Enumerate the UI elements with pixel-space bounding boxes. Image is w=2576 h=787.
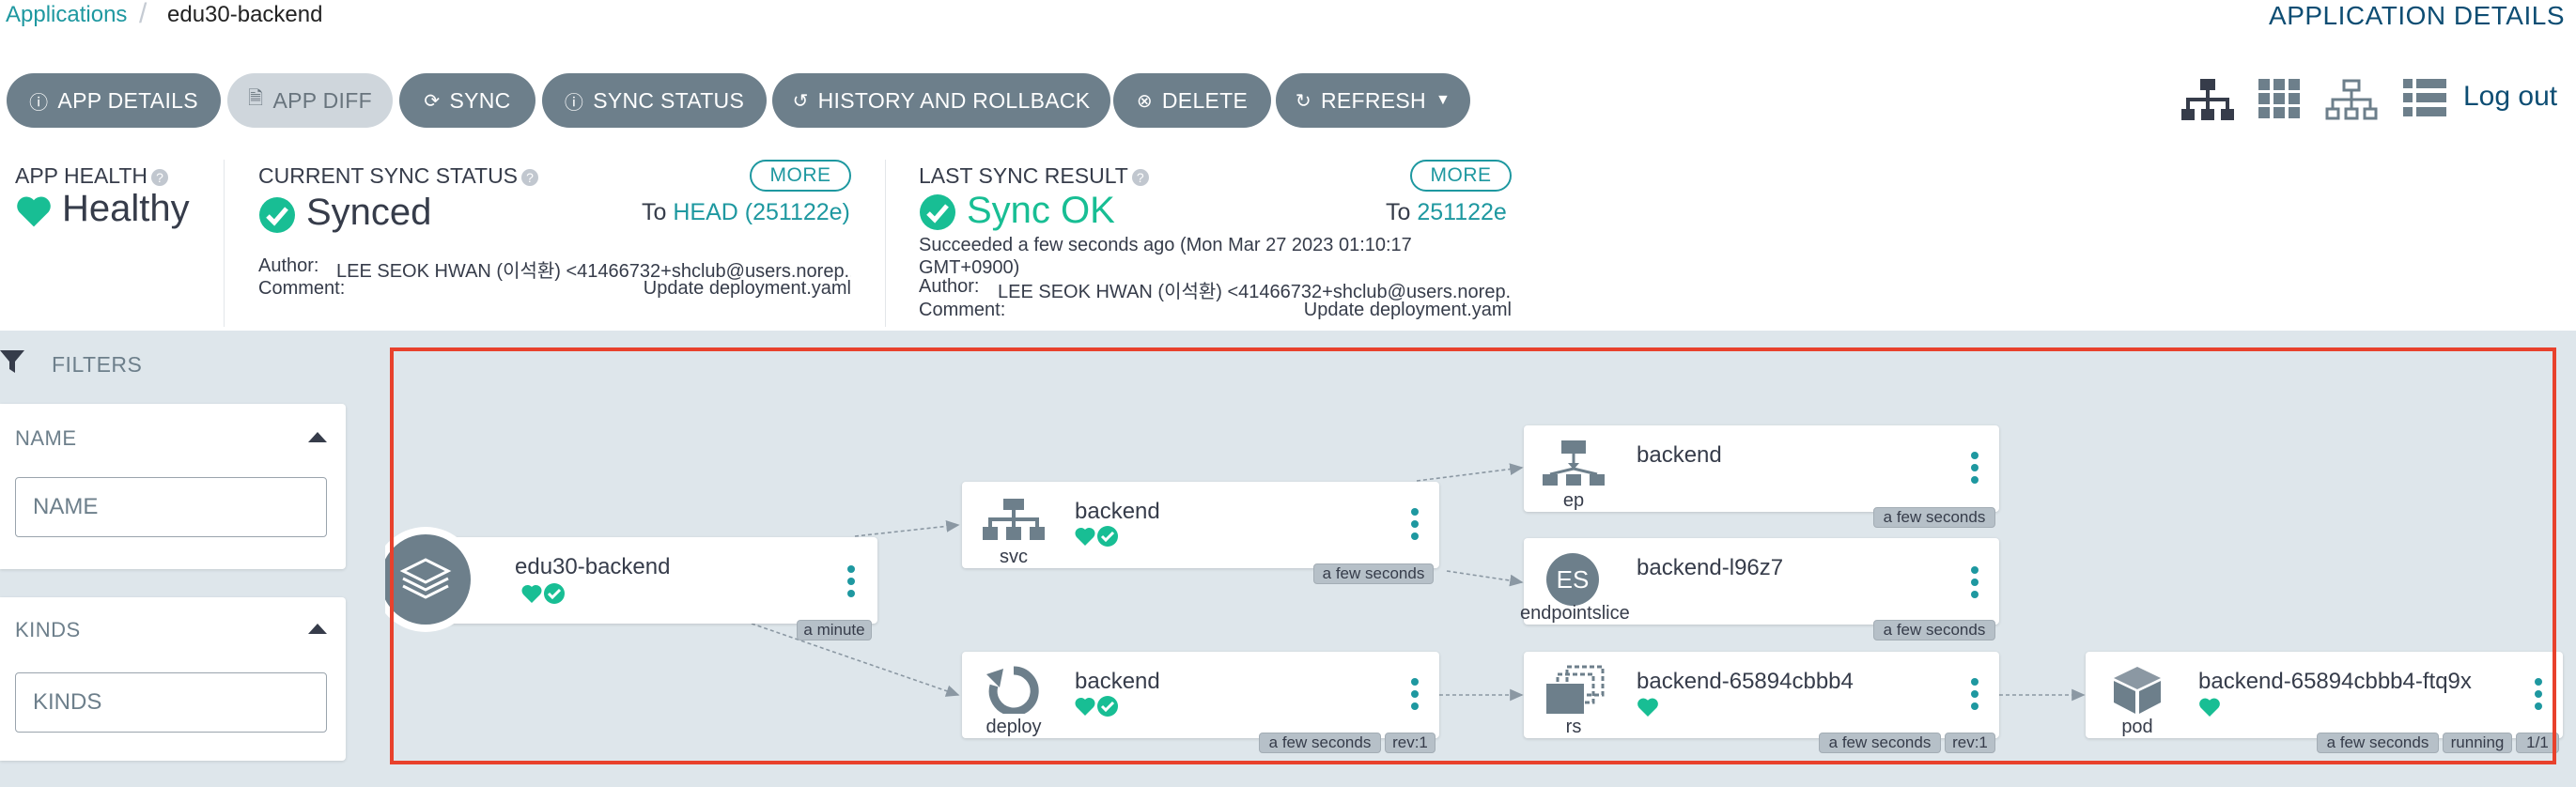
sync-button[interactable]: ⟳ SYNC [399, 73, 535, 128]
last-sync-author-label: Author: [919, 276, 980, 297]
name-filter-input[interactable] [15, 477, 327, 537]
check-circle-icon [920, 194, 955, 230]
breadcrumb-separator: / [139, 0, 147, 29]
logout-link[interactable]: Log out [2463, 81, 2557, 113]
breadcrumb-current: edu30-backend [167, 2, 323, 27]
name-filter-title: NAME [15, 426, 77, 450]
caret-up-icon[interactable] [308, 624, 327, 634]
history-icon: ↺ [792, 90, 809, 112]
last-sync-more-button[interactable]: MORE [1410, 160, 1512, 192]
caret-down-icon: ▼ [1435, 92, 1451, 108]
breadcrumb-applications-link[interactable]: Applications [6, 2, 127, 28]
refresh-button[interactable]: ↻ REFRESH ▼ [1276, 73, 1470, 128]
divider [885, 160, 886, 327]
help-icon[interactable]: ? [1131, 168, 1149, 186]
app-details-button[interactable]: ⓘ APP DETAILS [7, 73, 221, 128]
sync-status-button[interactable]: ⓘ SYNC STATUS [542, 73, 767, 128]
current-sync-revision-link[interactable]: HEAD (251122e) [673, 199, 850, 225]
last-sync-revision-link[interactable]: 251122e [1417, 199, 1506, 225]
times-circle-icon: ⊗ [1136, 90, 1153, 112]
check-circle-icon [259, 197, 295, 233]
list-view-icon[interactable] [2403, 79, 2446, 118]
help-icon[interactable]: ? [151, 168, 169, 186]
current-sync-value: Synced [306, 192, 432, 233]
network-view-icon[interactable] [2325, 79, 2378, 122]
highlight-box [390, 347, 2556, 764]
last-sync-comment-label: Comment: [919, 300, 1006, 320]
tree-view-icon[interactable] [2181, 79, 2234, 122]
app-diff-button[interactable]: 🗎 APP DIFF [227, 73, 393, 128]
current-sync-comment: Update deployment.yaml [643, 278, 851, 299]
current-sync-comment-label: Comment: [258, 278, 346, 299]
help-icon[interactable]: ? [521, 168, 539, 186]
page-title: APPLICATION DETAILS [2269, 1, 2565, 30]
last-sync-value: Sync OK [967, 190, 1115, 231]
pods-view-icon[interactable] [2258, 79, 2300, 118]
kinds-filter-card: KINDS [0, 597, 346, 761]
redo-icon: ↻ [1295, 90, 1311, 112]
heart-icon [17, 196, 51, 227]
toolbar: ⓘ APP DETAILS 🗎 APP DIFF ⟳ SYNC ⓘ SYNC STATU… [0, 58, 2576, 144]
last-sync-target: To 251122e [1386, 199, 1507, 225]
file-diff-icon: 🗎 [248, 88, 264, 109]
last-sync-label: LAST SYNC RESULT? [919, 163, 1149, 189]
kinds-filter-title: KINDS [15, 618, 81, 641]
divider [224, 160, 225, 327]
info-icon: ⓘ [29, 92, 49, 114]
top-bar: Applications / edu30-backend APPLICATION… [0, 0, 2576, 59]
history-rollback-button[interactable]: ↺ HISTORY AND ROLLBACK [772, 73, 1110, 128]
sync-icon: ⟳ [424, 90, 441, 112]
current-sync-label: CURRENT SYNC STATUS? [258, 163, 539, 189]
name-filter-card: NAME [0, 404, 346, 569]
current-sync-target: To HEAD (251122e) [642, 199, 850, 225]
app-health-value: Healthy [62, 188, 190, 229]
app-health-label: APP HEALTH? [15, 163, 169, 189]
current-sync-more-button[interactable]: MORE [750, 160, 851, 192]
current-sync-author-label: Author: [258, 255, 319, 276]
kinds-filter-input[interactable] [15, 672, 327, 733]
info-icon: ⓘ [564, 92, 584, 114]
last-sync-comment: Update deployment.yaml [1303, 300, 1512, 320]
caret-up-icon[interactable] [308, 432, 327, 442]
delete-button[interactable]: ⊗ DELETE [1113, 73, 1271, 128]
filters-title: FILTERS [52, 352, 143, 377]
filter-icon [0, 350, 24, 373]
last-sync-succeeded: Succeeded a few seconds ago (Mon Mar 27 … [919, 235, 1412, 278]
